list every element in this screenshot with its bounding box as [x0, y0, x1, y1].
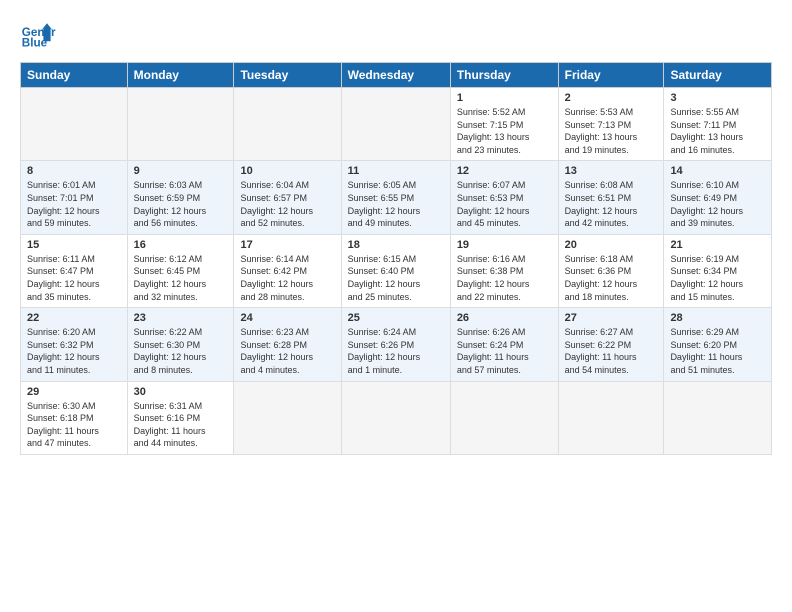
day-cell: 17 Sunrise: 6:14 AMSunset: 6:42 PMDaylig…	[234, 234, 341, 307]
day-cell	[341, 381, 450, 454]
day-cell: 23 Sunrise: 6:22 AMSunset: 6:30 PMDaylig…	[127, 308, 234, 381]
day-number: 3	[670, 92, 765, 104]
day-number: 19	[457, 239, 552, 251]
day-cell: 15 Sunrise: 6:11 AMSunset: 6:47 PMDaylig…	[21, 234, 128, 307]
day-cell: 30 Sunrise: 6:31 AMSunset: 6:16 PMDaylig…	[127, 381, 234, 454]
day-number: 30	[134, 386, 228, 398]
day-detail: Sunrise: 6:19 AMSunset: 6:34 PMDaylight:…	[670, 253, 765, 303]
day-cell: 11 Sunrise: 6:05 AMSunset: 6:55 PMDaylig…	[341, 161, 450, 234]
day-detail: Sunrise: 6:14 AMSunset: 6:42 PMDaylight:…	[240, 253, 334, 303]
weekday-header: Monday	[127, 63, 234, 88]
day-detail: Sunrise: 6:29 AMSunset: 6:20 PMDaylight:…	[670, 326, 765, 376]
day-detail: Sunrise: 6:16 AMSunset: 6:38 PMDaylight:…	[457, 253, 552, 303]
weekday-header: Saturday	[664, 63, 772, 88]
logo: General Blue	[20, 16, 56, 52]
day-detail: Sunrise: 6:11 AMSunset: 6:47 PMDaylight:…	[27, 253, 121, 303]
day-cell: 16 Sunrise: 6:12 AMSunset: 6:45 PMDaylig…	[127, 234, 234, 307]
day-detail: Sunrise: 6:31 AMSunset: 6:16 PMDaylight:…	[134, 400, 228, 450]
day-cell	[450, 381, 558, 454]
day-number: 29	[27, 386, 121, 398]
weekday-header: Thursday	[450, 63, 558, 88]
day-cell: 8 Sunrise: 6:01 AMSunset: 7:01 PMDayligh…	[21, 161, 128, 234]
day-cell: 18 Sunrise: 6:15 AMSunset: 6:40 PMDaylig…	[341, 234, 450, 307]
day-cell: 10 Sunrise: 6:04 AMSunset: 6:57 PMDaylig…	[234, 161, 341, 234]
day-cell: 13 Sunrise: 6:08 AMSunset: 6:51 PMDaylig…	[558, 161, 664, 234]
day-cell: 9 Sunrise: 6:03 AMSunset: 6:59 PMDayligh…	[127, 161, 234, 234]
day-detail: Sunrise: 6:04 AMSunset: 6:57 PMDaylight:…	[240, 179, 334, 229]
day-detail: Sunrise: 6:22 AMSunset: 6:30 PMDaylight:…	[134, 326, 228, 376]
day-cell	[558, 381, 664, 454]
empty-cell	[127, 88, 234, 161]
day-detail: Sunrise: 6:20 AMSunset: 6:32 PMDaylight:…	[27, 326, 121, 376]
day-number: 21	[670, 239, 765, 251]
day-cell: 19 Sunrise: 6:16 AMSunset: 6:38 PMDaylig…	[450, 234, 558, 307]
day-detail: Sunrise: 6:10 AMSunset: 6:49 PMDaylight:…	[670, 179, 765, 229]
day-detail: Sunrise: 6:01 AMSunset: 7:01 PMDaylight:…	[27, 179, 121, 229]
day-cell: 28 Sunrise: 6:29 AMSunset: 6:20 PMDaylig…	[664, 308, 772, 381]
day-number: 11	[348, 165, 444, 177]
day-detail: Sunrise: 6:24 AMSunset: 6:26 PMDaylight:…	[348, 326, 444, 376]
day-detail: Sunrise: 5:55 AMSunset: 7:11 PMDaylight:…	[670, 106, 765, 156]
day-number: 2	[565, 92, 658, 104]
calendar-table: SundayMondayTuesdayWednesdayThursdayFrid…	[20, 62, 772, 455]
day-detail: Sunrise: 6:07 AMSunset: 6:53 PMDaylight:…	[457, 179, 552, 229]
empty-cell	[21, 88, 128, 161]
day-detail: Sunrise: 6:15 AMSunset: 6:40 PMDaylight:…	[348, 253, 444, 303]
day-number: 20	[565, 239, 658, 251]
day-detail: Sunrise: 6:27 AMSunset: 6:22 PMDaylight:…	[565, 326, 658, 376]
weekday-header: Friday	[558, 63, 664, 88]
day-cell: 20 Sunrise: 6:18 AMSunset: 6:36 PMDaylig…	[558, 234, 664, 307]
weekday-header: Tuesday	[234, 63, 341, 88]
day-number: 26	[457, 312, 552, 324]
day-detail: Sunrise: 5:53 AMSunset: 7:13 PMDaylight:…	[565, 106, 658, 156]
day-detail: Sunrise: 6:03 AMSunset: 6:59 PMDaylight:…	[134, 179, 228, 229]
day-detail: Sunrise: 6:18 AMSunset: 6:36 PMDaylight:…	[565, 253, 658, 303]
day-detail: Sunrise: 6:12 AMSunset: 6:45 PMDaylight:…	[134, 253, 228, 303]
day-cell: 21 Sunrise: 6:19 AMSunset: 6:34 PMDaylig…	[664, 234, 772, 307]
day-number: 27	[565, 312, 658, 324]
weekday-header: Wednesday	[341, 63, 450, 88]
day-number: 17	[240, 239, 334, 251]
day-detail: Sunrise: 6:30 AMSunset: 6:18 PMDaylight:…	[27, 400, 121, 450]
day-number: 8	[27, 165, 121, 177]
day-number: 12	[457, 165, 552, 177]
day-detail: Sunrise: 6:26 AMSunset: 6:24 PMDaylight:…	[457, 326, 552, 376]
empty-cell	[234, 88, 341, 161]
day-number: 24	[240, 312, 334, 324]
day-cell: 25 Sunrise: 6:24 AMSunset: 6:26 PMDaylig…	[341, 308, 450, 381]
weekday-header: Sunday	[21, 63, 128, 88]
day-cell: 1 Sunrise: 5:52 AMSunset: 7:15 PMDayligh…	[450, 88, 558, 161]
day-number: 9	[134, 165, 228, 177]
day-detail: Sunrise: 6:08 AMSunset: 6:51 PMDaylight:…	[565, 179, 658, 229]
day-number: 1	[457, 92, 552, 104]
day-cell: 12 Sunrise: 6:07 AMSunset: 6:53 PMDaylig…	[450, 161, 558, 234]
day-number: 13	[565, 165, 658, 177]
day-number: 25	[348, 312, 444, 324]
day-number: 18	[348, 239, 444, 251]
day-detail: Sunrise: 6:05 AMSunset: 6:55 PMDaylight:…	[348, 179, 444, 229]
day-number: 22	[27, 312, 121, 324]
day-cell: 26 Sunrise: 6:26 AMSunset: 6:24 PMDaylig…	[450, 308, 558, 381]
logo-icon: General Blue	[20, 16, 56, 52]
day-cell: 14 Sunrise: 6:10 AMSunset: 6:49 PMDaylig…	[664, 161, 772, 234]
day-cell: 22 Sunrise: 6:20 AMSunset: 6:32 PMDaylig…	[21, 308, 128, 381]
day-detail: Sunrise: 6:23 AMSunset: 6:28 PMDaylight:…	[240, 326, 334, 376]
day-cell: 24 Sunrise: 6:23 AMSunset: 6:28 PMDaylig…	[234, 308, 341, 381]
day-cell	[664, 381, 772, 454]
empty-cell	[341, 88, 450, 161]
day-cell: 27 Sunrise: 6:27 AMSunset: 6:22 PMDaylig…	[558, 308, 664, 381]
day-number: 15	[27, 239, 121, 251]
day-cell	[234, 381, 341, 454]
day-cell: 2 Sunrise: 5:53 AMSunset: 7:13 PMDayligh…	[558, 88, 664, 161]
day-number: 28	[670, 312, 765, 324]
day-number: 10	[240, 165, 334, 177]
day-cell: 3 Sunrise: 5:55 AMSunset: 7:11 PMDayligh…	[664, 88, 772, 161]
day-cell: 29 Sunrise: 6:30 AMSunset: 6:18 PMDaylig…	[21, 381, 128, 454]
day-number: 23	[134, 312, 228, 324]
day-number: 16	[134, 239, 228, 251]
day-number: 14	[670, 165, 765, 177]
day-detail: Sunrise: 5:52 AMSunset: 7:15 PMDaylight:…	[457, 106, 552, 156]
